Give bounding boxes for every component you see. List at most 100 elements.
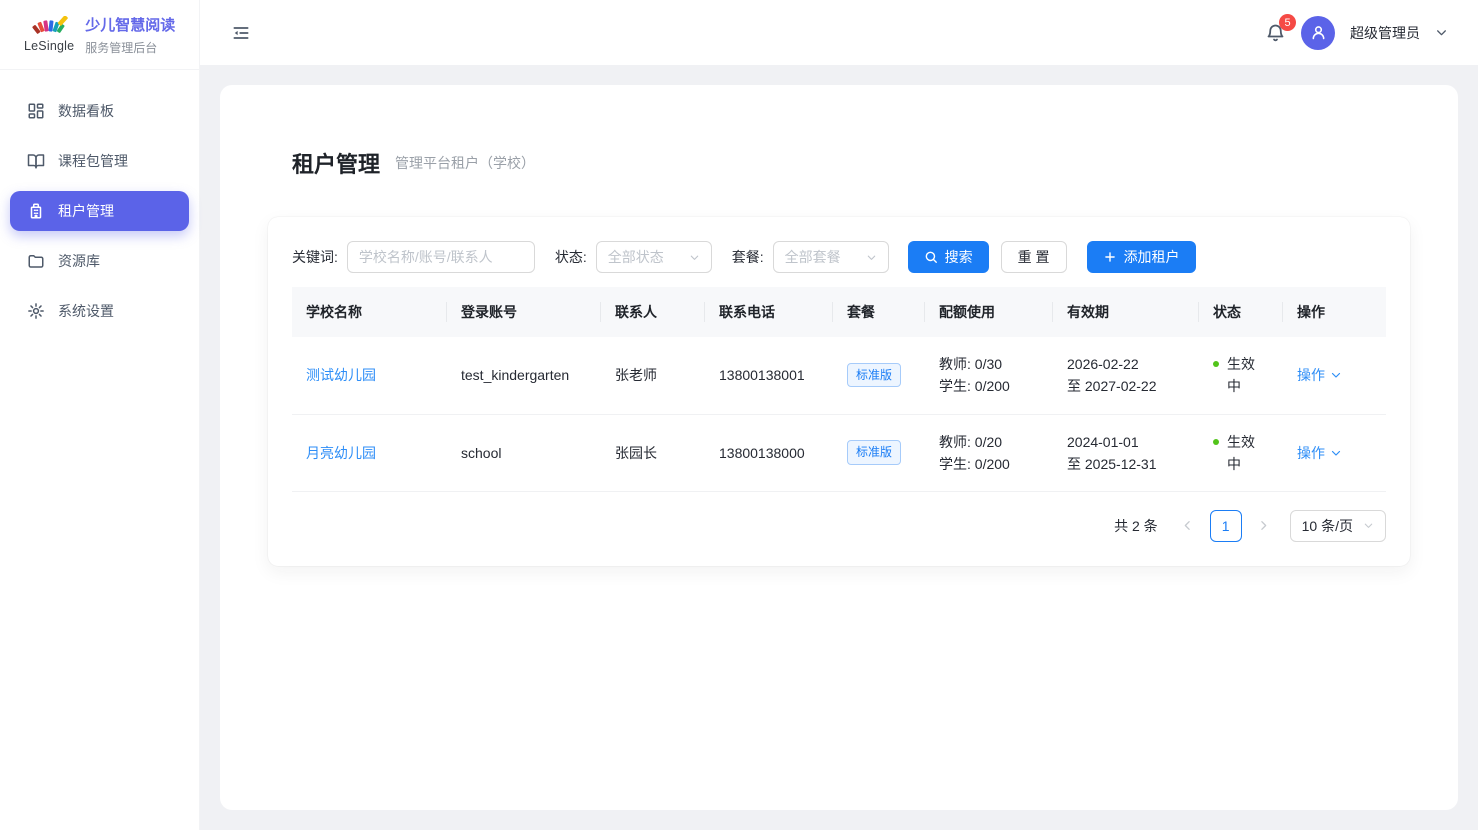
row-actions-dropdown[interactable]: 操作 <box>1297 365 1342 385</box>
plus-icon <box>1103 250 1117 264</box>
brand-logo-word: LeSingle <box>24 39 74 53</box>
contact-cell: 张园长 <box>601 414 705 491</box>
page-number-button[interactable]: 1 <box>1210 510 1242 542</box>
page-title: 租户管理 <box>292 147 380 179</box>
notifications-button[interactable]: 5 <box>1265 22 1286 43</box>
avatar[interactable] <box>1301 16 1335 50</box>
col-phone: 联系电话 <box>705 287 833 337</box>
status-badge: 生效中 <box>1227 353 1261 397</box>
chevron-down-icon <box>689 252 700 263</box>
brand-subtitle: 服务管理后台 <box>85 39 175 56</box>
filter-bar: 关键词: 状态: 全部状态 套餐: 全部套餐 搜索 <box>292 241 1386 273</box>
validity-cell: 2024-01-01 至 2025-12-31 <box>1053 414 1199 491</box>
topbar-right: 5 超级管理员 <box>1265 16 1448 50</box>
plan-select-value: 全部套餐 <box>785 247 841 267</box>
folder-icon <box>27 252 45 270</box>
search-button[interactable]: 搜索 <box>908 241 989 273</box>
brand-logo: LeSingle <box>24 16 74 53</box>
col-contact: 联系人 <box>601 287 705 337</box>
next-page-button[interactable] <box>1250 510 1278 542</box>
dashboard-icon <box>27 102 45 120</box>
sidebar: LeSingle 少儿智慧阅读 服务管理后台 数据看板 课程包管理 租户管理 资… <box>0 0 200 830</box>
status-cell: 生效中 <box>1199 414 1283 491</box>
pagination-total: 共 2 条 <box>1114 516 1158 536</box>
col-quota: 配额使用 <box>925 287 1053 337</box>
keyword-label: 关键词: <box>292 247 338 267</box>
gear-icon <box>27 302 45 320</box>
user-name[interactable]: 超级管理员 <box>1350 23 1420 43</box>
sidebar-item-dashboard[interactable]: 数据看板 <box>10 91 189 131</box>
quota-cell: 教师: 0/20 学生: 0/200 <box>925 414 1053 491</box>
sidebar-item-label: 数据看板 <box>58 101 114 121</box>
brand-text: 少儿智慧阅读 服务管理后台 <box>85 14 175 56</box>
row-actions-dropdown[interactable]: 操作 <box>1297 443 1342 463</box>
brand: LeSingle 少儿智慧阅读 服务管理后台 <box>0 0 199 70</box>
quota-student: 学生: 0/200 <box>939 453 1039 475</box>
chevron-left-icon <box>1181 519 1194 532</box>
validity-cell: 2026-02-22 至 2027-02-22 <box>1053 337 1199 414</box>
page-subtitle: 管理平台租户（学校） <box>395 153 535 173</box>
status-cell: 生效中 <box>1199 337 1283 414</box>
sidebar-collapse-button[interactable] <box>231 23 251 43</box>
user-menu-toggle[interactable] <box>1435 26 1448 39</box>
sidebar-item-resources[interactable]: 资源库 <box>10 241 189 281</box>
table-header: 学校名称 登录账号 联系人 联系电话 套餐 配额使用 有效期 状态 操作 <box>292 287 1386 337</box>
plan-badge: 标准版 <box>847 363 901 387</box>
menu-fold-icon <box>231 23 251 43</box>
col-status: 状态 <box>1199 287 1283 337</box>
sidebar-item-label: 资源库 <box>58 251 100 271</box>
content-area: 租户管理 管理平台租户（学校） 关键词: 状态: 全部状态 套餐: 全部套餐 <box>200 65 1478 830</box>
account-cell: test_kindergarten <box>447 337 601 414</box>
phone-cell: 13800138000 <box>705 414 833 491</box>
tenant-table: 学校名称 登录账号 联系人 联系电话 套餐 配额使用 有效期 状态 操作 <box>292 287 1386 492</box>
valid-to: 至 2025-12-31 <box>1067 453 1185 475</box>
logo-bars-icon <box>28 16 70 40</box>
quota-teacher: 教师: 0/20 <box>939 431 1039 453</box>
sidebar-nav: 数据看板 课程包管理 租户管理 资源库 系统设置 <box>0 70 199 362</box>
sidebar-item-label: 课程包管理 <box>58 151 128 171</box>
page-card: 租户管理 管理平台租户（学校） 关键词: 状态: 全部状态 套餐: 全部套餐 <box>220 85 1458 810</box>
status-badge: 生效中 <box>1227 431 1261 475</box>
sidebar-item-label: 租户管理 <box>58 201 114 221</box>
contact-cell: 张老师 <box>601 337 705 414</box>
sidebar-item-course-packages[interactable]: 课程包管理 <box>10 141 189 181</box>
notification-count-badge: 5 <box>1279 14 1296 31</box>
chevron-down-icon <box>1330 447 1342 459</box>
status-select[interactable]: 全部状态 <box>596 241 712 273</box>
col-actions: 操作 <box>1283 287 1386 337</box>
book-icon <box>27 152 45 170</box>
quota-cell: 教师: 0/30 学生: 0/200 <box>925 337 1053 414</box>
account-cell: school <box>447 414 601 491</box>
add-tenant-button[interactable]: 添加租户 <box>1087 241 1196 273</box>
keyword-input[interactable] <box>347 241 535 273</box>
chevron-down-icon <box>1330 369 1342 381</box>
table-row: 测试幼儿园 test_kindergarten 张老师 13800138001 … <box>292 337 1386 414</box>
school-name-link[interactable]: 月亮幼儿园 <box>306 445 376 461</box>
page-size-select[interactable]: 10 条/页 <box>1290 510 1386 542</box>
chevron-down-icon <box>1435 26 1448 39</box>
status-dot <box>1213 439 1219 445</box>
building-icon <box>27 202 45 220</box>
status-select-value: 全部状态 <box>608 247 664 267</box>
reset-button[interactable]: 重 置 <box>1001 241 1067 273</box>
valid-to: 至 2027-02-22 <box>1067 375 1185 397</box>
col-validity: 有效期 <box>1053 287 1199 337</box>
col-plan: 套餐 <box>833 287 925 337</box>
prev-page-button[interactable] <box>1174 510 1202 542</box>
chevron-right-icon <box>1257 519 1270 532</box>
quota-teacher: 教师: 0/30 <box>939 353 1039 375</box>
search-icon <box>924 250 938 264</box>
phone-cell: 13800138001 <box>705 337 833 414</box>
tenant-panel: 关键词: 状态: 全部状态 套餐: 全部套餐 搜索 <box>268 217 1410 566</box>
page-size-value: 10 条/页 <box>1302 516 1353 536</box>
plan-label: 套餐: <box>732 247 764 267</box>
chevron-down-icon <box>866 252 877 263</box>
sidebar-item-tenants[interactable]: 租户管理 <box>10 191 189 231</box>
col-account: 登录账号 <box>447 287 601 337</box>
plan-select[interactable]: 全部套餐 <box>773 241 889 273</box>
school-name-link[interactable]: 测试幼儿园 <box>306 367 376 383</box>
chevron-down-icon <box>1363 520 1374 531</box>
sidebar-item-label: 系统设置 <box>58 301 114 321</box>
sidebar-item-settings[interactable]: 系统设置 <box>10 291 189 331</box>
valid-from: 2026-02-22 <box>1067 353 1185 375</box>
